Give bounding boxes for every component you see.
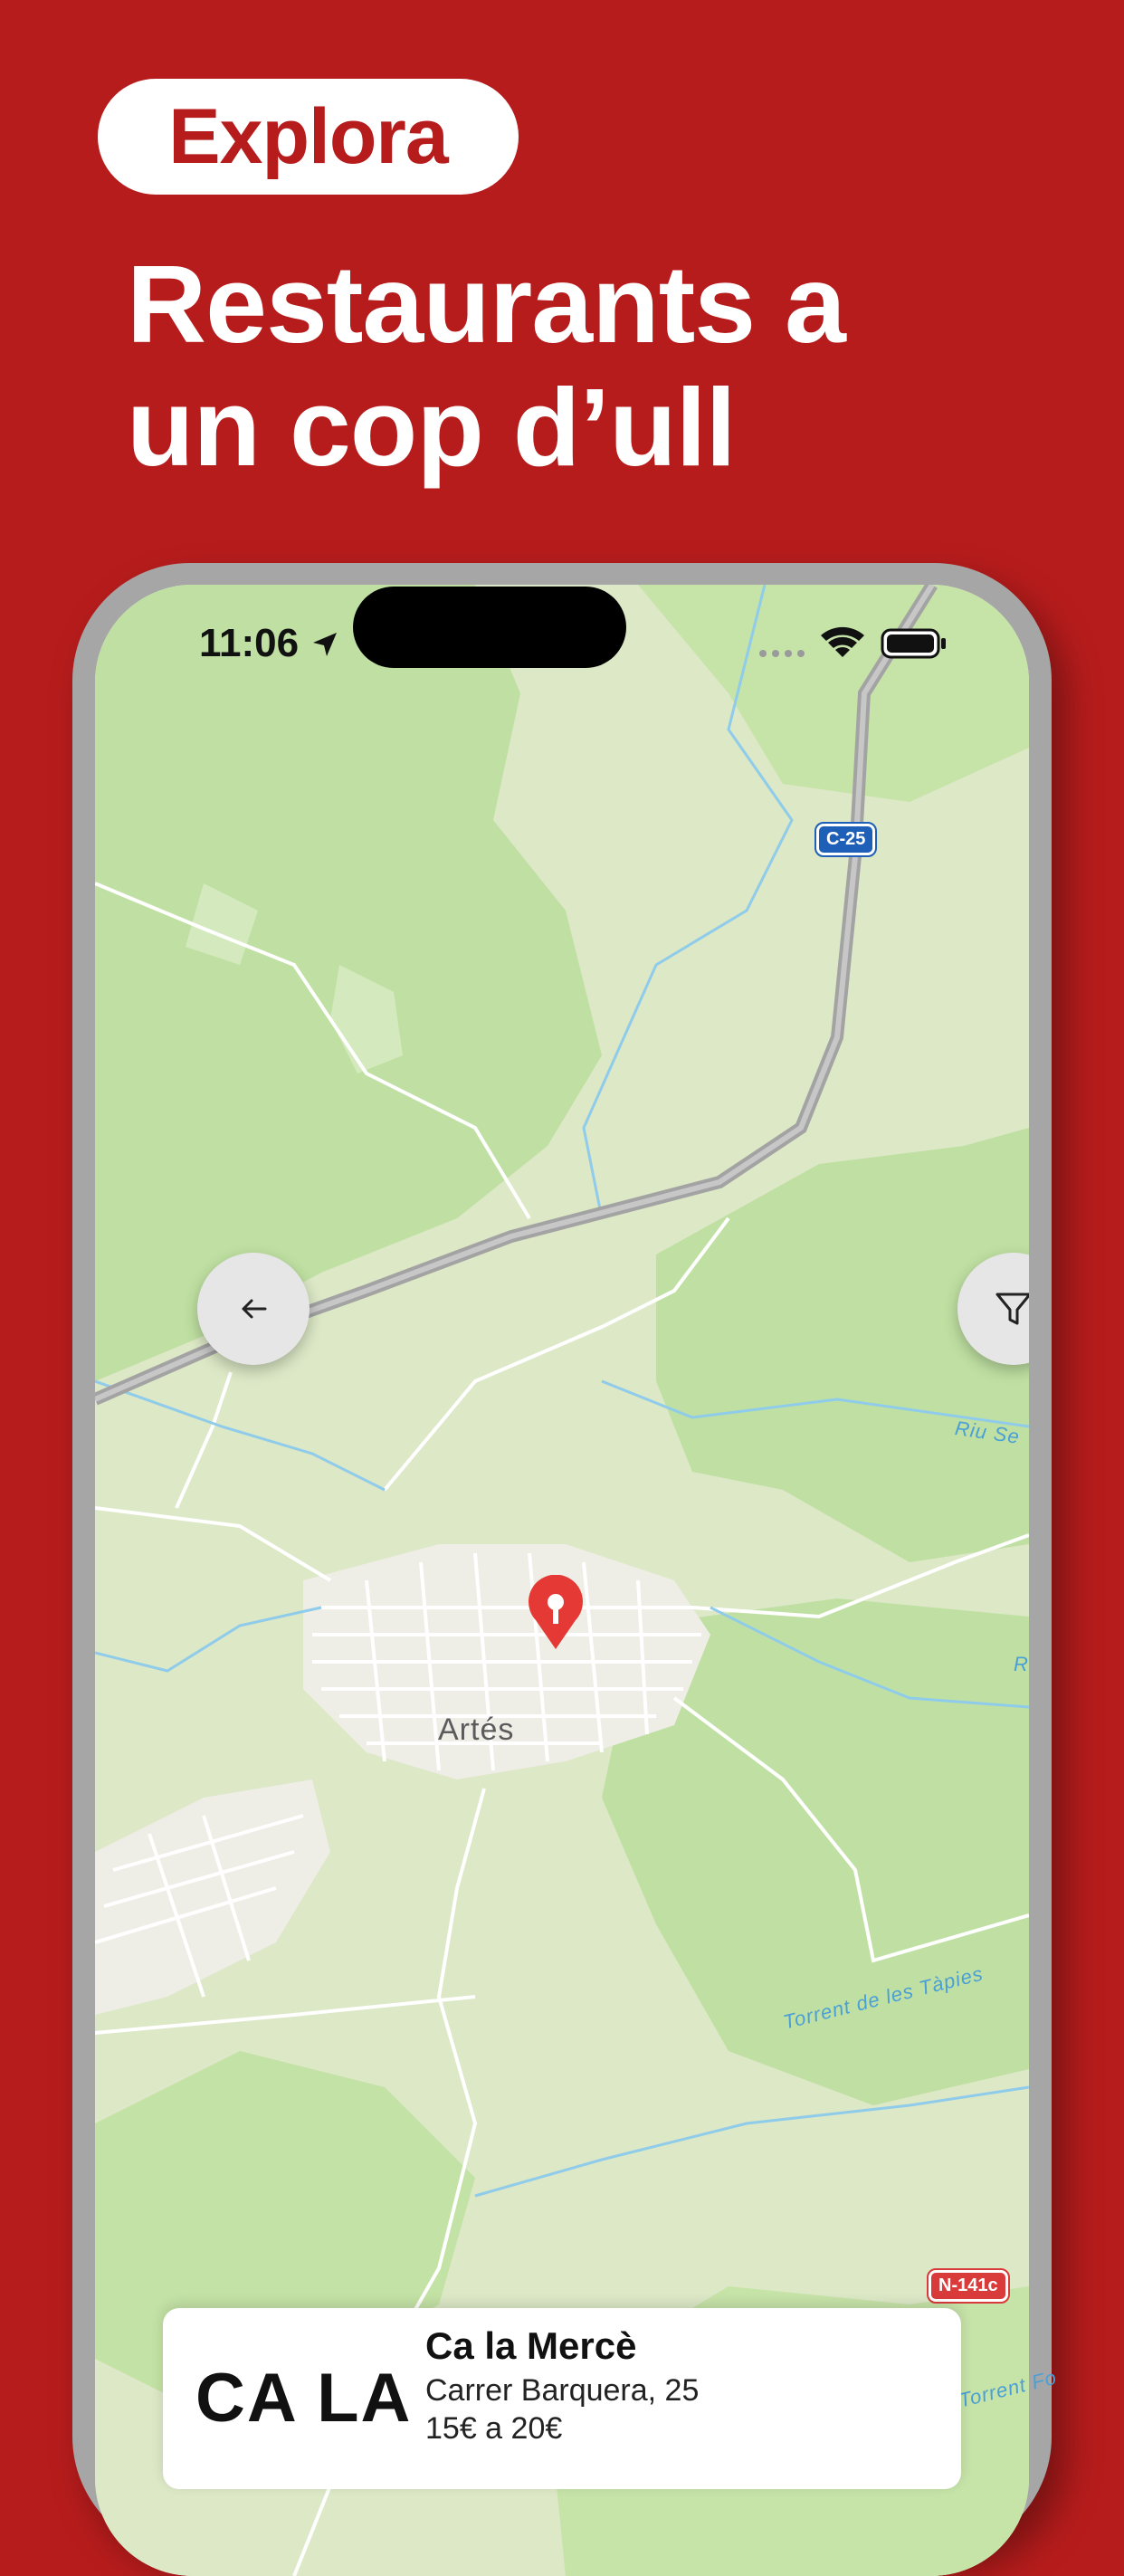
status-bar-time: 11:06 <box>199 621 340 666</box>
road-badge-c25-label: C-25 <box>826 829 866 849</box>
location-arrow-icon <box>313 633 338 656</box>
phone-frame <box>72 563 1052 2576</box>
road-badge-c25: C-25 <box>814 822 878 857</box>
arrow-left-icon <box>242 1299 267 1319</box>
headline-line-2: un cop d’ull <box>127 366 736 489</box>
headline-line-1: Restaurants a <box>127 243 846 366</box>
restaurant-map-pin[interactable] <box>523 1574 588 1655</box>
restaurant-price: 15€ a 20€ <box>425 2411 563 2446</box>
filter-icon <box>995 1293 1029 1325</box>
explora-badge: Explora <box>98 79 519 195</box>
river-label-edge: R <box>1014 1653 1029 1675</box>
status-bar-indicators <box>756 625 955 665</box>
battery-icon <box>881 628 946 659</box>
restaurant-card[interactable]: CA LA Ca la Mercè Carrer Barquera, 25 15… <box>163 2308 961 2489</box>
back-button[interactable] <box>197 1253 310 1365</box>
status-icons <box>759 626 946 659</box>
road-badge-n141c-label: N-141c <box>938 2275 998 2295</box>
status-time-text: 11:06 <box>199 621 300 665</box>
wifi-icon <box>821 626 864 657</box>
signal-dots-icon <box>759 650 805 657</box>
dynamic-island <box>353 587 626 668</box>
town-label: Artés <box>438 1713 515 1747</box>
restaurant-name: Ca la Mercè <box>425 2324 637 2367</box>
explora-badge-label: Explora <box>168 92 448 180</box>
restaurant-logo: CA LA <box>195 2360 413 2437</box>
page-headline: Restaurants a un cop d’ull <box>127 243 1032 489</box>
road-badge-n141c: N-141c <box>927 2268 1010 2304</box>
restaurant-address: Carrer Barquera, 25 <box>425 2373 700 2408</box>
map-pin-icon <box>529 1574 583 1649</box>
